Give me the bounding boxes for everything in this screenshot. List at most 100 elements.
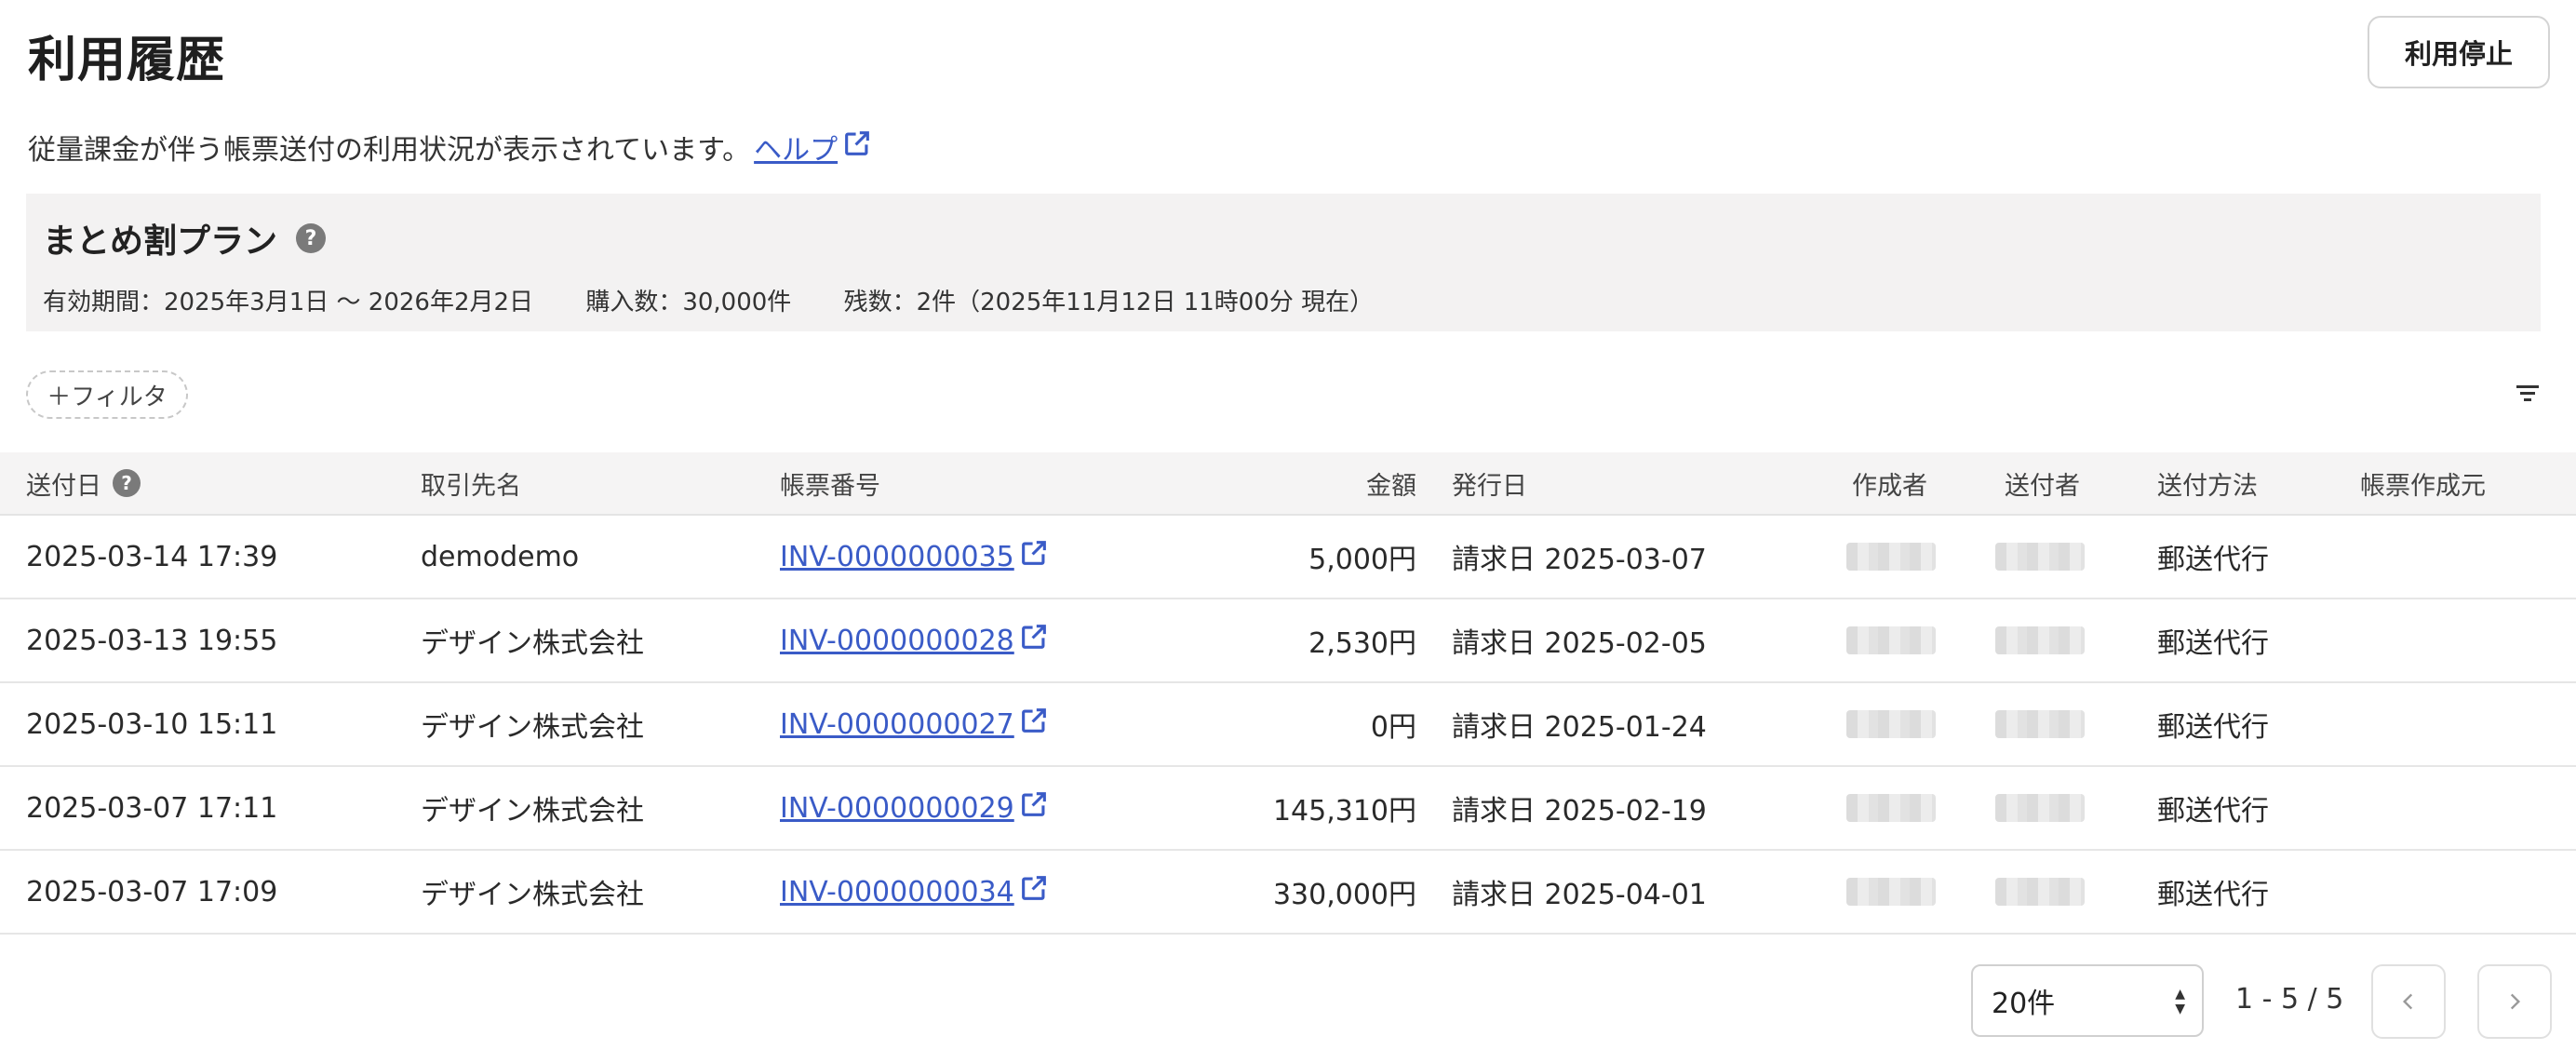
- cell-creator: [1846, 516, 1936, 598]
- redacted-name: [1995, 878, 2085, 906]
- table-row[interactable]: 2025-03-14 17:39 demodemo INV-0000000035 5,…: [0, 516, 2576, 599]
- col-sent-date[interactable]: 送付日 ?: [26, 452, 141, 514]
- invoice-link[interactable]: INV-0000000028: [780, 621, 1050, 660]
- cell-sender: [1995, 599, 2085, 681]
- cell-sender: [1995, 851, 2085, 933]
- select-arrows-icon: ▲ ▼: [2175, 987, 2185, 1016]
- cell-client: デザイン株式会社: [421, 627, 644, 660]
- cell-method: 郵送代行: [2157, 711, 2269, 744]
- per-page-value: 20件: [1992, 988, 2056, 1020]
- cell-invoice-no: INV-0000000027: [780, 683, 1050, 765]
- redacted-name: [1995, 710, 2085, 738]
- table-row[interactable]: 2025-03-13 19:55 デザイン株式会社 INV-0000000028 2,…: [0, 599, 2576, 683]
- external-link-icon: [841, 128, 873, 167]
- cell-creator: [1846, 683, 1936, 765]
- pagination-range: 1 - 5 / 5: [2235, 983, 2344, 1016]
- plan-name: まとめ割プラン: [43, 222, 278, 261]
- cell-sender: [1995, 683, 2085, 765]
- cell-creator: [1846, 851, 1936, 933]
- cell-amount: 0円: [1370, 711, 1416, 744]
- help-link-label: ヘルプ: [754, 134, 839, 167]
- per-page-select[interactable]: 20件 ▲ ▼: [1971, 964, 2204, 1037]
- cell-issue-date: 請求日 2025-02-19: [1452, 795, 1707, 828]
- cell-invoice-no: INV-0000000029: [780, 767, 1050, 849]
- cell-sent-date: 2025-03-10 15:11: [26, 707, 278, 741]
- cell-invoice-no: INV-0000000028: [780, 599, 1050, 681]
- col-method[interactable]: 送付方法: [2157, 452, 2258, 514]
- invoice-link[interactable]: INV-0000000035: [780, 537, 1050, 576]
- cell-issue-date: 請求日 2025-01-24: [1452, 711, 1707, 744]
- cell-amount: 330,000円: [1272, 879, 1416, 911]
- redacted-name: [1846, 878, 1936, 906]
- prev-page-button[interactable]: [2371, 964, 2446, 1039]
- cell-sender: [1995, 516, 2085, 598]
- invoice-link-label: INV-0000000027: [780, 707, 1014, 741]
- cell-sent-date: 2025-03-14 17:39: [26, 540, 278, 573]
- next-page-button[interactable]: [2477, 964, 2552, 1039]
- help-link[interactable]: ヘルプ: [754, 127, 873, 168]
- invoice-link[interactable]: INV-0000000034: [780, 872, 1050, 911]
- invoice-link-label: INV-0000000029: [780, 791, 1014, 825]
- redacted-name: [1846, 626, 1936, 654]
- table-row[interactable]: 2025-03-07 17:09 デザイン株式会社 INV-0000000034 33…: [0, 851, 2576, 935]
- cell-sent-date: 2025-03-13 19:55: [26, 624, 278, 657]
- redacted-name: [1995, 626, 2085, 654]
- cell-invoice-no: INV-0000000034: [780, 851, 1050, 933]
- external-link-icon: [1018, 537, 1050, 576]
- col-amount[interactable]: 金額: [1303, 452, 1416, 514]
- col-client[interactable]: 取引先名: [421, 452, 521, 514]
- cell-issue-date: 請求日 2025-04-01: [1452, 879, 1707, 911]
- table-row[interactable]: 2025-03-07 17:11 デザイン株式会社 INV-0000000029 14…: [0, 767, 2576, 851]
- cell-client: デザイン株式会社: [421, 711, 644, 744]
- col-sent-date-label: 送付日: [26, 471, 101, 501]
- redacted-name: [1846, 543, 1936, 571]
- cell-sent-date: 2025-03-07 17:11: [26, 791, 278, 825]
- table-header: 送付日 ? 取引先名 帳票番号 金額 発行日 作成者 送付者 送付方法 帳票作成…: [0, 452, 2576, 516]
- col-sender[interactable]: 送付者: [2005, 452, 2080, 514]
- cell-method: 郵送代行: [2157, 795, 2269, 828]
- invoice-link[interactable]: INV-0000000027: [780, 705, 1050, 744]
- add-filter-button[interactable]: ＋フィルタ: [26, 370, 188, 419]
- plan-info: 有効期間：2025年3月1日 〜 2026年2月2日 購入数：30,000件 残…: [43, 283, 1418, 317]
- cell-client: デザイン株式会社: [421, 795, 644, 828]
- cell-client: デザイン株式会社: [421, 879, 644, 911]
- col-issue-date[interactable]: 発行日: [1452, 452, 1527, 514]
- external-link-icon: [1018, 705, 1050, 744]
- invoice-link-label: INV-0000000034: [780, 875, 1014, 908]
- cell-amount: 5,000円: [1308, 544, 1416, 576]
- help-icon[interactable]: ?: [113, 469, 141, 497]
- page-title: 利用履歴: [28, 33, 226, 88]
- plan-remaining: 残数：2件（2025年11月12日 11時00分 現在）: [843, 289, 1375, 316]
- cell-issue-date: 請求日 2025-03-07: [1452, 544, 1707, 576]
- plan-title: まとめ割プラン ?: [43, 214, 327, 262]
- col-origin[interactable]: 帳票作成元: [2360, 452, 2486, 514]
- cell-issue-date: 請求日 2025-02-05: [1452, 627, 1707, 660]
- redacted-name: [1995, 794, 2085, 822]
- cell-creator: [1846, 767, 1936, 849]
- col-creator[interactable]: 作成者: [1852, 452, 1927, 514]
- cell-sent-date: 2025-03-07 17:09: [26, 875, 278, 908]
- chevron-right-icon: [2510, 993, 2521, 1010]
- external-link-icon: [1018, 788, 1050, 828]
- cell-method: 郵送代行: [2157, 544, 2269, 576]
- help-icon[interactable]: ?: [296, 223, 327, 253]
- description-text: 従量課金が伴う帳票送付の利用状況が表示されています。: [28, 134, 751, 167]
- invoice-link[interactable]: INV-0000000029: [780, 788, 1050, 828]
- plan-validity: 有効期間：2025年3月1日 〜 2026年2月2日: [43, 289, 534, 316]
- redacted-name: [1995, 543, 2085, 571]
- plan-panel: まとめ割プラン ? 有効期間：2025年3月1日 〜 2026年2月2日 購入数…: [26, 194, 2541, 331]
- redacted-name: [1846, 794, 1936, 822]
- table-row[interactable]: 2025-03-10 15:11 デザイン株式会社 INV-0000000027 0円…: [0, 683, 2576, 767]
- col-invoice-no[interactable]: 帳票番号: [780, 452, 880, 514]
- redacted-name: [1846, 710, 1936, 738]
- plan-purchased: 購入数：30,000件: [585, 289, 792, 316]
- cell-method: 郵送代行: [2157, 627, 2269, 660]
- cell-creator: [1846, 599, 1936, 681]
- stop-usage-button[interactable]: 利用停止: [2368, 16, 2550, 88]
- cell-invoice-no: INV-0000000035: [780, 516, 1050, 598]
- cell-sender: [1995, 767, 2085, 849]
- filter-icon[interactable]: [2516, 385, 2539, 405]
- cell-amount: 145,310円: [1272, 795, 1416, 828]
- chevron-left-icon: [2402, 993, 2413, 1010]
- external-link-icon: [1018, 872, 1050, 911]
